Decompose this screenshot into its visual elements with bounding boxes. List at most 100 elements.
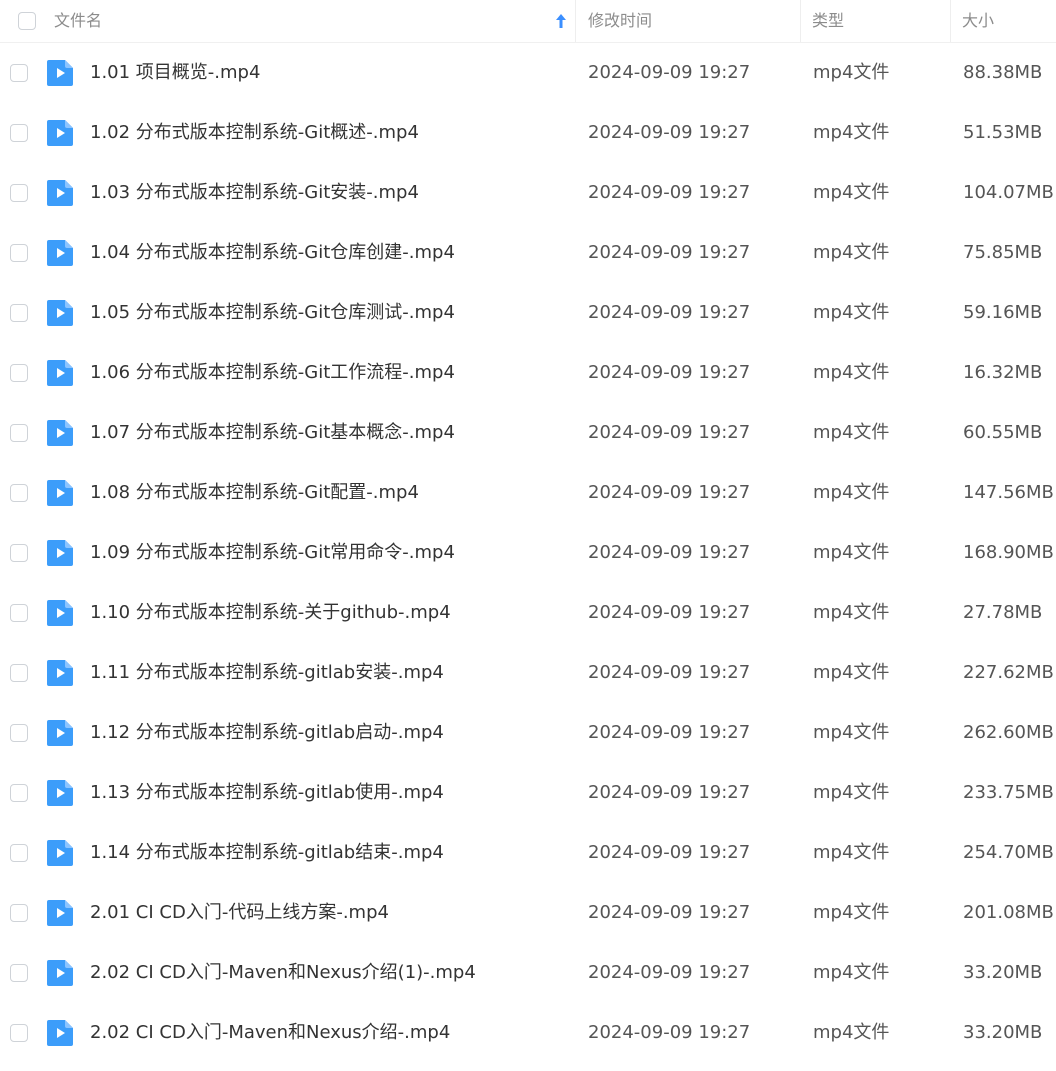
row-checkbox[interactable] — [10, 64, 28, 82]
file-name[interactable]: 1.06 分布式版本控制系统-Git工作流程-.mp4 — [90, 343, 455, 403]
file-row[interactable]: 1.10 分布式版本控制系统-关于github-.mp4 2024-09-09 … — [0, 583, 1056, 643]
file-type: mp4文件 — [813, 542, 890, 563]
file-row[interactable]: 2.02 CI CD入门-Maven和Nexus介绍(1)-.mp4 2024-… — [0, 943, 1056, 1003]
file-name[interactable]: 1.09 分布式版本控制系统-Git常用命令-.mp4 — [90, 523, 455, 583]
row-checkbox[interactable] — [10, 784, 28, 802]
file-name[interactable]: 1.02 分布式版本控制系统-Git概述-.mp4 — [90, 103, 419, 163]
file-name[interactable]: 2.01 CI CD入门-代码上线方案-.mp4 — [90, 883, 389, 943]
video-file-icon — [47, 540, 73, 566]
file-row[interactable]: 1.01 项目概览-.mp4 2024-09-09 19:27 mp4文件 88… — [0, 43, 1056, 103]
file-modified-time: 2024-09-09 19:27 — [588, 62, 751, 83]
sort-ascending-icon[interactable] — [553, 12, 569, 30]
file-name[interactable]: 1.13 分布式版本控制系统-gitlab使用-.mp4 — [90, 763, 444, 823]
file-row[interactable]: 1.12 分布式版本控制系统-gitlab启动-.mp4 2024-09-09 … — [0, 703, 1056, 763]
row-checkbox[interactable] — [10, 724, 28, 742]
file-modified-time: 2024-09-09 19:27 — [588, 842, 751, 863]
row-checkbox[interactable] — [10, 124, 28, 142]
file-name[interactable]: 2.02 CI CD入门-Maven和Nexus介绍(1)-.mp4 — [90, 943, 476, 1003]
file-name[interactable]: 2.02 CI CD入门-Maven和Nexus介绍-.mp4 — [90, 1003, 450, 1063]
row-checkbox[interactable] — [10, 844, 28, 862]
video-file-icon — [47, 300, 73, 326]
header-size[interactable]: 大小 — [962, 0, 994, 42]
file-type: mp4文件 — [813, 62, 890, 83]
file-type: mp4文件 — [813, 482, 890, 503]
column-divider[interactable] — [800, 0, 801, 42]
file-modified-time: 2024-09-09 19:27 — [588, 902, 751, 923]
file-name[interactable]: 1.04 分布式版本控制系统-Git仓库创建-.mp4 — [90, 223, 455, 283]
header-name[interactable]: 文件名 — [54, 0, 102, 42]
video-file-icon — [47, 840, 73, 866]
file-row[interactable]: 1.05 分布式版本控制系统-Git仓库测试-.mp4 2024-09-09 1… — [0, 283, 1056, 343]
file-size: 51.53MB — [963, 122, 1043, 143]
video-file-icon — [47, 660, 73, 686]
file-name[interactable]: 1.12 分布式版本控制系统-gitlab启动-.mp4 — [90, 703, 444, 763]
file-modified-time: 2024-09-09 19:27 — [588, 1022, 751, 1043]
file-name[interactable]: 1.08 分布式版本控制系统-Git配置-.mp4 — [90, 463, 419, 523]
file-name[interactable]: 1.05 分布式版本控制系统-Git仓库测试-.mp4 — [90, 283, 455, 343]
row-checkbox[interactable] — [10, 364, 28, 382]
file-row[interactable]: 1.03 分布式版本控制系统-Git安装-.mp4 2024-09-09 19:… — [0, 163, 1056, 223]
file-size: 16.32MB — [963, 362, 1043, 383]
file-row[interactable]: 2.02 CI CD入门-Maven和Nexus介绍-.mp4 2024-09-… — [0, 1003, 1056, 1063]
file-name[interactable]: 1.11 分布式版本控制系统-gitlab安装-.mp4 — [90, 643, 444, 703]
file-name[interactable]: 1.07 分布式版本控制系统-Git基本概念-.mp4 — [90, 403, 455, 463]
file-row[interactable]: 1.07 分布式版本控制系统-Git基本概念-.mp4 2024-09-09 1… — [0, 403, 1056, 463]
row-checkbox[interactable] — [10, 1024, 28, 1042]
file-row[interactable]: 1.14 分布式版本控制系统-gitlab结束-.mp4 2024-09-09 … — [0, 823, 1056, 883]
file-row[interactable]: 1.06 分布式版本控制系统-Git工作流程-.mp4 2024-09-09 1… — [0, 343, 1056, 403]
video-file-icon — [47, 780, 73, 806]
file-size: 147.56MB — [963, 482, 1054, 503]
video-file-icon — [47, 960, 73, 986]
file-row[interactable]: 1.11 分布式版本控制系统-gitlab安装-.mp4 2024-09-09 … — [0, 643, 1056, 703]
file-modified-time: 2024-09-09 19:27 — [588, 422, 751, 443]
file-size: 201.08MB — [963, 902, 1054, 923]
row-checkbox[interactable] — [10, 184, 28, 202]
row-checkbox[interactable] — [10, 424, 28, 442]
file-type: mp4文件 — [813, 602, 890, 623]
file-type: mp4文件 — [813, 722, 890, 743]
video-file-icon — [47, 360, 73, 386]
file-modified-time: 2024-09-09 19:27 — [588, 482, 751, 503]
video-file-icon — [47, 240, 73, 266]
row-checkbox[interactable] — [10, 544, 28, 562]
file-row[interactable]: 1.04 分布式版本控制系统-Git仓库创建-.mp4 2024-09-09 1… — [0, 223, 1056, 283]
file-modified-time: 2024-09-09 19:27 — [588, 302, 751, 323]
row-checkbox[interactable] — [10, 664, 28, 682]
file-size: 27.78MB — [963, 602, 1043, 623]
file-name[interactable]: 1.03 分布式版本控制系统-Git安装-.mp4 — [90, 163, 419, 223]
file-modified-time: 2024-09-09 19:27 — [588, 782, 751, 803]
column-divider[interactable] — [575, 0, 576, 42]
file-modified-time: 2024-09-09 19:27 — [588, 602, 751, 623]
header-type[interactable]: 类型 — [812, 0, 844, 42]
file-row[interactable]: 2.01 CI CD入门-代码上线方案-.mp4 2024-09-09 19:2… — [0, 883, 1056, 943]
row-checkbox[interactable] — [10, 484, 28, 502]
row-checkbox[interactable] — [10, 964, 28, 982]
file-size: 88.38MB — [963, 62, 1043, 83]
file-name[interactable]: 1.14 分布式版本控制系统-gitlab结束-.mp4 — [90, 823, 444, 883]
video-file-icon — [47, 420, 73, 446]
row-checkbox[interactable] — [10, 904, 28, 922]
video-file-icon — [47, 180, 73, 206]
row-checkbox[interactable] — [10, 244, 28, 262]
file-row[interactable]: 1.02 分布式版本控制系统-Git概述-.mp4 2024-09-09 19:… — [0, 103, 1056, 163]
file-modified-time: 2024-09-09 19:27 — [588, 542, 751, 563]
select-all-checkbox[interactable] — [18, 12, 36, 30]
video-file-icon — [47, 900, 73, 926]
file-modified-time: 2024-09-09 19:27 — [588, 122, 751, 143]
file-row[interactable]: 1.08 分布式版本控制系统-Git配置-.mp4 2024-09-09 19:… — [0, 463, 1056, 523]
row-checkbox[interactable] — [10, 604, 28, 622]
file-row[interactable]: 1.13 分布式版本控制系统-gitlab使用-.mp4 2024-09-09 … — [0, 763, 1056, 823]
file-name[interactable]: 1.01 项目概览-.mp4 — [90, 43, 260, 103]
header-modified-time[interactable]: 修改时间 — [588, 0, 652, 42]
video-file-icon — [47, 60, 73, 86]
column-divider[interactable] — [950, 0, 951, 42]
file-modified-time: 2024-09-09 19:27 — [588, 662, 751, 683]
file-row[interactable]: 1.09 分布式版本控制系统-Git常用命令-.mp4 2024-09-09 1… — [0, 523, 1056, 583]
file-name[interactable]: 1.10 分布式版本控制系统-关于github-.mp4 — [90, 583, 451, 643]
file-type: mp4文件 — [813, 182, 890, 203]
file-size: 75.85MB — [963, 242, 1043, 263]
row-checkbox[interactable] — [10, 304, 28, 322]
video-file-icon — [47, 1020, 73, 1046]
video-file-icon — [47, 480, 73, 506]
file-type: mp4文件 — [813, 902, 890, 923]
